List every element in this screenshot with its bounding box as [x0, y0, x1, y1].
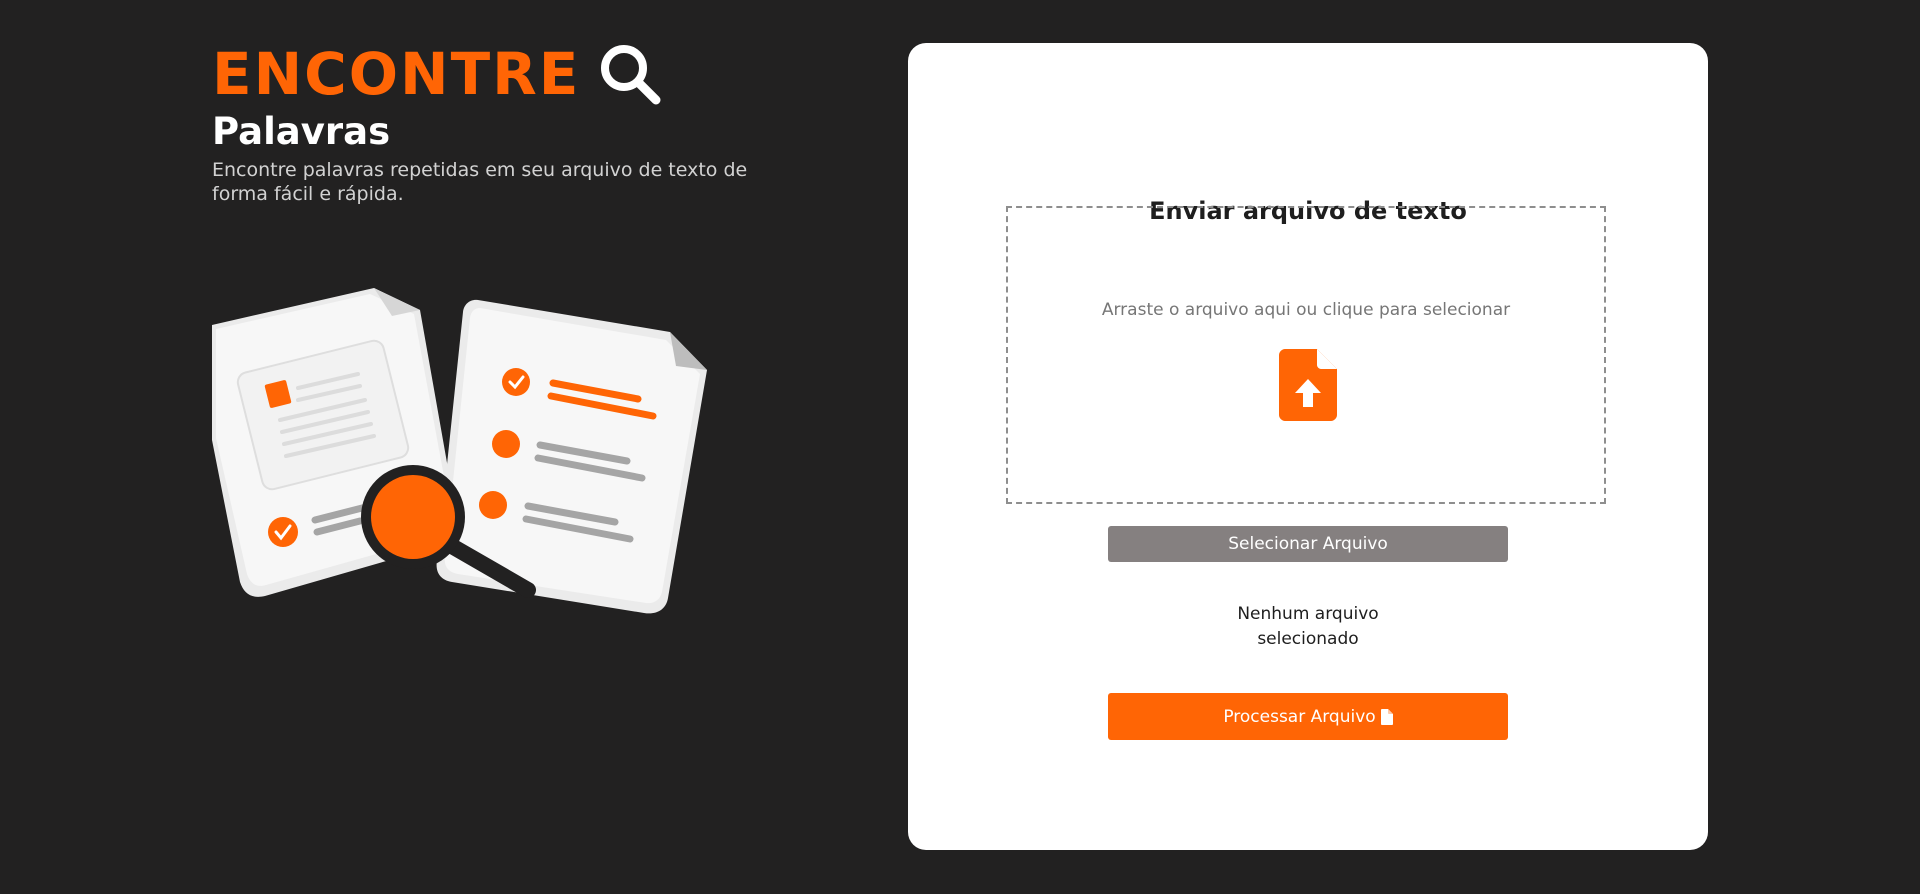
file-icon — [1380, 708, 1393, 725]
page-subtitle: Palavras — [212, 110, 391, 153]
brand-row: ENCONTRE — [212, 40, 812, 108]
process-file-button[interactable]: Processar Arquivo — [1108, 693, 1508, 740]
hero-section: ENCONTRE Palavras Encontre palavras repe… — [212, 40, 812, 206]
dropzone-text: Arraste o arquivo aqui ou clique para se… — [1101, 300, 1511, 320]
select-file-button[interactable]: Selecionar Arquivo — [1108, 526, 1508, 562]
file-status-text: Nenhum arquivo selecionado — [1237, 604, 1379, 649]
file-dropzone[interactable]: Arraste o arquivo aqui ou clique para se… — [1006, 206, 1606, 504]
upload-card: Enviar arquivo de texto Arraste o arquiv… — [908, 43, 1708, 850]
process-button-label: Processar Arquivo — [1223, 706, 1376, 727]
page-tagline: Encontre palavras repetidas em seu arqui… — [212, 159, 748, 205]
file-upload-icon — [1279, 349, 1337, 421]
documents-illustration — [212, 288, 707, 614]
brand-title: ENCONTRE — [212, 40, 581, 108]
search-icon — [601, 45, 661, 105]
